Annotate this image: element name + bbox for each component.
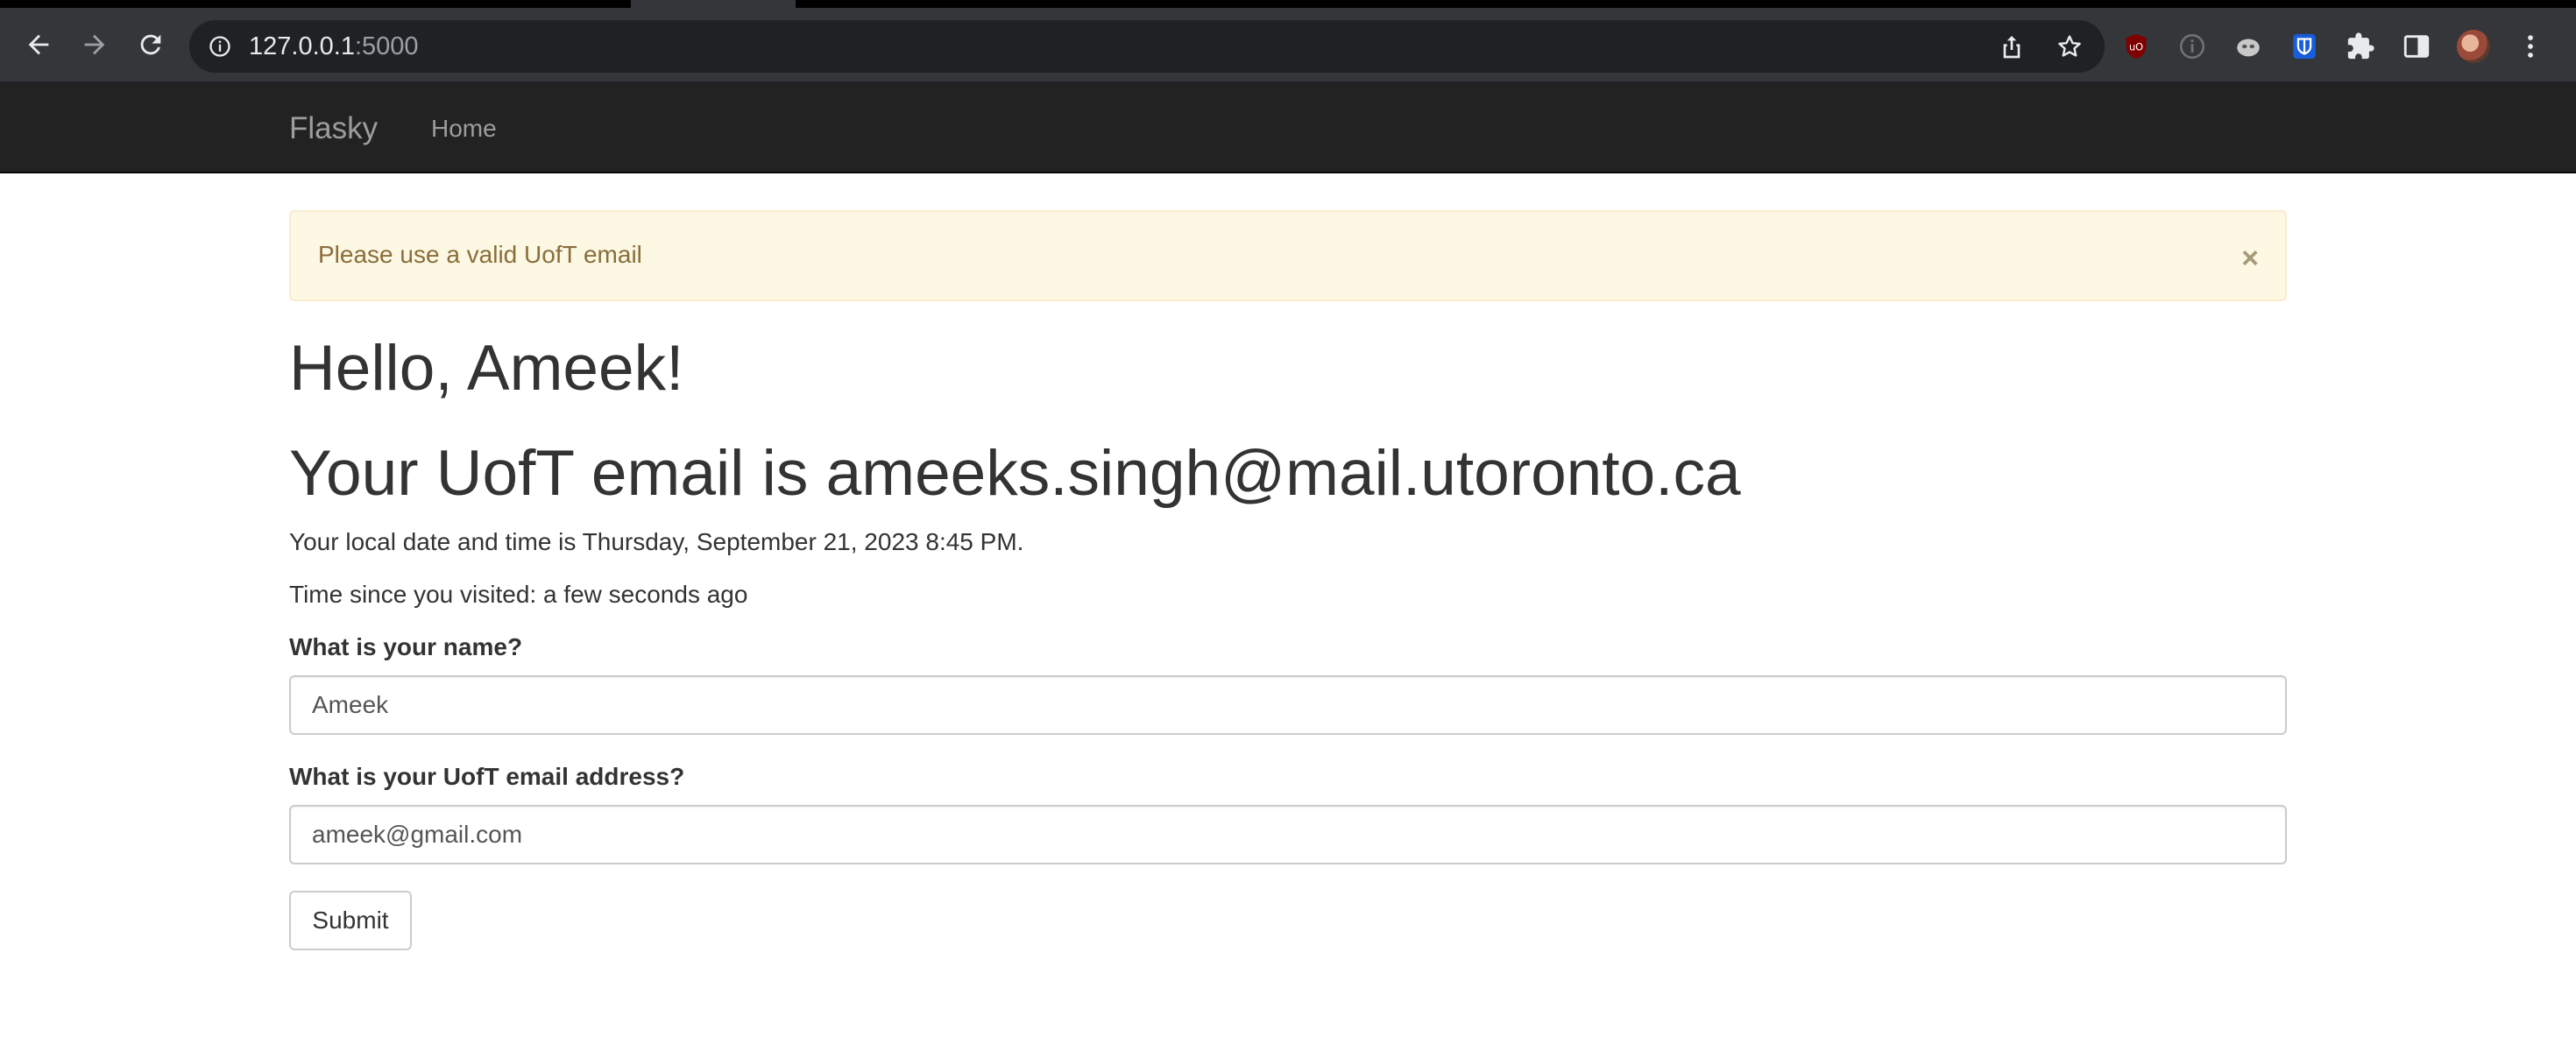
navbar-brand[interactable]: Flasky	[289, 111, 378, 146]
main-content: Please use a valid UofT email × Hello, A…	[289, 210, 2287, 950]
site-navbar: Flasky Home	[0, 83, 2576, 173]
star-icon[interactable]	[2056, 32, 2084, 60]
kebab-menu-icon[interactable]	[2515, 31, 2546, 62]
email-label: What is your UofT email address?	[289, 763, 685, 790]
browser-toolbar: 127.0.0.1:5000 uO	[0, 8, 2576, 83]
profile-avatar[interactable]	[2457, 30, 2490, 63]
puzzle-icon[interactable]	[2345, 31, 2376, 62]
active-tab[interactable]	[631, 0, 796, 8]
address-bar[interactable]: 127.0.0.1:5000	[189, 20, 2105, 73]
share-icon[interactable]	[1998, 32, 2026, 60]
info-icon[interactable]	[207, 33, 233, 60]
reload-icon	[140, 34, 161, 55]
email-heading: Your UofT email is ameeks.singh@mail.uto…	[289, 438, 1741, 509]
forward-arrow-icon	[84, 34, 105, 55]
side-panel-icon[interactable]	[2401, 31, 2432, 62]
submit-button[interactable]: Submit	[289, 891, 412, 950]
email-input[interactable]	[289, 805, 2287, 864]
warning-alert: Please use a valid UofT email ×	[289, 210, 2287, 301]
name-input[interactable]	[289, 675, 2287, 735]
alert-message: Please use a valid UofT email	[318, 241, 642, 268]
local-time-text: Your local date and time is Thursday, Se…	[289, 528, 1024, 555]
back-button[interactable]	[18, 24, 60, 66]
url-text: 127.0.0.1:5000	[249, 32, 419, 61]
ublock-icon[interactable]: uO	[2120, 31, 2152, 62]
extension-icons: uO	[2120, 20, 2571, 73]
greeting-heading: Hello, Ameek!	[289, 333, 684, 404]
alert-close-button[interactable]: ×	[2241, 243, 2259, 273]
info-extension-icon[interactable]	[2176, 31, 2208, 62]
browser-tab-strip	[0, 0, 2576, 8]
bitwarden-icon[interactable]	[2289, 31, 2320, 62]
mask-extension-icon[interactable]	[2233, 31, 2264, 62]
url-host: 127.0.0.1	[249, 32, 355, 60]
nav-link-home[interactable]: Home	[431, 115, 497, 143]
back-arrow-icon	[28, 34, 49, 55]
name-label: What is your name?	[289, 633, 523, 660]
reload-button[interactable]	[130, 24, 172, 66]
svg-text:uO: uO	[2129, 40, 2143, 53]
url-port: :5000	[354, 32, 419, 60]
since-visit-text: Time since you visited: a few seconds ag…	[289, 581, 748, 608]
forward-button[interactable]	[74, 24, 116, 66]
